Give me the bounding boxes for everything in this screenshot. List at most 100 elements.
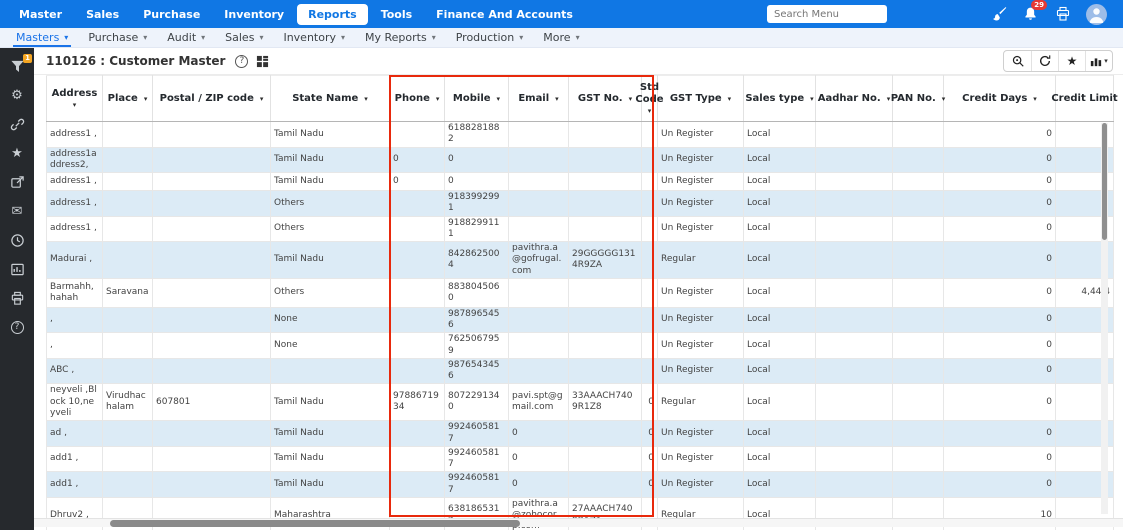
subnav-item-my-reports[interactable]: My Reports▾ — [355, 28, 446, 47]
mail-icon[interactable]: ✉ — [9, 204, 25, 220]
subnav-item-audit[interactable]: Audit▾ — [157, 28, 215, 47]
column-header-credit-limit[interactable]: Credit Limit — [1056, 76, 1114, 122]
cell-address: address1address2, — [47, 147, 103, 173]
help-icon[interactable]: ? — [9, 320, 25, 336]
topnav-right-section: 29 — [767, 4, 1115, 25]
clock-icon[interactable] — [9, 233, 25, 249]
column-header-state-name[interactable]: State Name▾ — [271, 76, 390, 122]
subnav-label: Inventory — [283, 31, 336, 44]
topnav-item-finance-and-accounts[interactable]: Finance And Accounts — [425, 4, 584, 25]
column-header-email[interactable]: Email▾ — [509, 76, 569, 122]
subnav-item-inventory[interactable]: Inventory▾ — [273, 28, 355, 47]
column-header-credit-days[interactable]: Credit Days▾ — [944, 76, 1056, 122]
report-image-icon[interactable] — [9, 262, 25, 278]
column-label: State Name — [292, 93, 358, 104]
data-grid-area: Address▾Place▾Postal / ZIP code▾State Na… — [34, 75, 1123, 530]
link-icon[interactable] — [9, 117, 25, 133]
vertical-scrollbar[interactable] — [1101, 123, 1108, 514]
cell-gst-no — [569, 446, 642, 472]
column-label: Mobile — [453, 93, 491, 104]
brush-icon[interactable] — [990, 6, 1007, 23]
bell-icon[interactable]: 29 — [1022, 6, 1039, 23]
printer-icon[interactable] — [1054, 6, 1071, 23]
column-header-gst-type[interactable]: GST Type▾ — [658, 76, 744, 122]
zoom-search-icon[interactable] — [1004, 51, 1031, 71]
table-row[interactable]: ,None9878965456Un RegisterLocal0 — [47, 307, 1114, 333]
cell-std-code: 0 — [642, 472, 658, 498]
star-icon[interactable]: ★ — [9, 146, 25, 162]
share-icon[interactable] — [9, 175, 25, 191]
cell-credit-days: 0 — [944, 242, 1056, 279]
column-header-aadhar-no[interactable]: Aadhar No.▾ — [816, 76, 893, 122]
cell-mobile: 9183992991 — [445, 191, 509, 217]
table-row[interactable]: address1 ,Others9183992991Un RegisterLoc… — [47, 191, 1114, 217]
column-header-sales-type[interactable]: Sales type▾ — [744, 76, 816, 122]
table-row[interactable]: ,None7625067959Un RegisterLocal0 — [47, 333, 1114, 359]
cell-sales-type: Local — [744, 446, 816, 472]
horizontal-scrollbar[interactable] — [34, 518, 1123, 527]
topnav-item-tools[interactable]: Tools — [370, 4, 423, 25]
cell-std-code — [642, 333, 658, 359]
column-header-mobile[interactable]: Mobile▾ — [445, 76, 509, 122]
topnav-item-inventory[interactable]: Inventory — [213, 4, 295, 25]
cell-mobile: 0 — [445, 173, 509, 191]
column-header-pan-no[interactable]: PAN No.▾ — [893, 76, 944, 122]
column-header-gst-no[interactable]: GST No.▾ — [569, 76, 642, 122]
filter-icon[interactable]: 1 — [9, 59, 25, 75]
topnav-item-purchase[interactable]: Purchase — [132, 4, 211, 25]
topnav-item-reports[interactable]: Reports — [297, 4, 368, 25]
cell-aadhar-no — [816, 307, 893, 333]
cell-aadhar-no — [816, 358, 893, 384]
favorite-star-icon[interactable]: ★ — [1058, 51, 1085, 71]
subnav-label: More — [543, 31, 570, 44]
search-input[interactable] — [767, 5, 887, 23]
cell-email — [509, 216, 569, 242]
cell-aadhar-no — [816, 333, 893, 359]
printer-icon-sidebar[interactable] — [9, 291, 25, 307]
cell-std-code — [642, 242, 658, 279]
table-row[interactable]: neyveli ,Block 10,neyveliVirudhachalam60… — [47, 384, 1114, 421]
subnav-item-sales[interactable]: Sales▾ — [215, 28, 273, 47]
table-row[interactable]: address1 ,Tamil Nadu6188281882Un Registe… — [47, 122, 1114, 148]
report-help-icon[interactable]: ? — [235, 55, 248, 68]
report-layout-icon[interactable] — [256, 55, 269, 68]
column-header-place[interactable]: Place▾ — [103, 76, 153, 122]
content-area: 1 ⚙ ★ ✉ ? 110126 : Customer Master ? — [0, 48, 1123, 530]
cell-address: , — [47, 307, 103, 333]
column-header-std-code[interactable]: Std Code▾ — [642, 76, 658, 122]
subnav-item-purchase[interactable]: Purchase▾ — [78, 28, 157, 47]
column-label: GST No. — [578, 93, 623, 104]
cell-pan-no — [893, 472, 944, 498]
cell-state-name: Tamil Nadu — [271, 173, 390, 191]
table-row[interactable]: add1 ,Tamil Nadu992460581700Un RegisterL… — [47, 472, 1114, 498]
cell-aadhar-no — [816, 191, 893, 217]
subnav-label: Sales — [225, 31, 254, 44]
table-row[interactable]: Barmahh, hahahSaravanaOthers8838045060Un… — [47, 278, 1114, 307]
table-row[interactable]: address1 ,Tamil Nadu00Un RegisterLocal0 — [47, 173, 1114, 191]
table-row[interactable]: ABC ,9876543456Un RegisterLocal0 — [47, 358, 1114, 384]
refresh-icon[interactable] — [1031, 51, 1058, 71]
cell-address: address1 , — [47, 191, 103, 217]
cell-phone — [390, 358, 445, 384]
column-header-postal-zip-code[interactable]: Postal / ZIP code▾ — [153, 76, 271, 122]
subnav-item-more[interactable]: More▾ — [533, 28, 589, 47]
vertical-scrollbar-thumb[interactable] — [1102, 123, 1107, 240]
table-row[interactable]: ad ,Tamil Nadu992460581700Un RegisterLoc… — [47, 421, 1114, 447]
table-row[interactable]: add1 ,Tamil Nadu992460581700Un RegisterL… — [47, 446, 1114, 472]
topnav-item-master[interactable]: Master — [8, 4, 73, 25]
table-row[interactable]: address1address2,Tamil Nadu00Un Register… — [47, 147, 1114, 173]
subnav-item-production[interactable]: Production▾ — [446, 28, 534, 47]
topnav-item-sales[interactable]: Sales — [75, 4, 130, 25]
cell-std-code — [642, 147, 658, 173]
cell-std-code: 0 — [642, 421, 658, 447]
gear-icon[interactable]: ⚙ — [9, 88, 25, 104]
chart-dropdown-icon[interactable]: ▾ — [1085, 51, 1112, 71]
user-avatar[interactable] — [1086, 4, 1107, 25]
column-header-phone[interactable]: Phone▾ — [390, 76, 445, 122]
column-header-address[interactable]: Address▾ — [47, 76, 103, 122]
cell-aadhar-no — [816, 173, 893, 191]
table-row[interactable]: address1 ,Others9188299111Un RegisterLoc… — [47, 216, 1114, 242]
horizontal-scrollbar-thumb[interactable] — [110, 520, 520, 527]
table-row[interactable]: Madurai ,Tamil Nadu8428625004pavithra.a@… — [47, 242, 1114, 279]
subnav-item-masters[interactable]: Masters▾ — [6, 28, 78, 47]
